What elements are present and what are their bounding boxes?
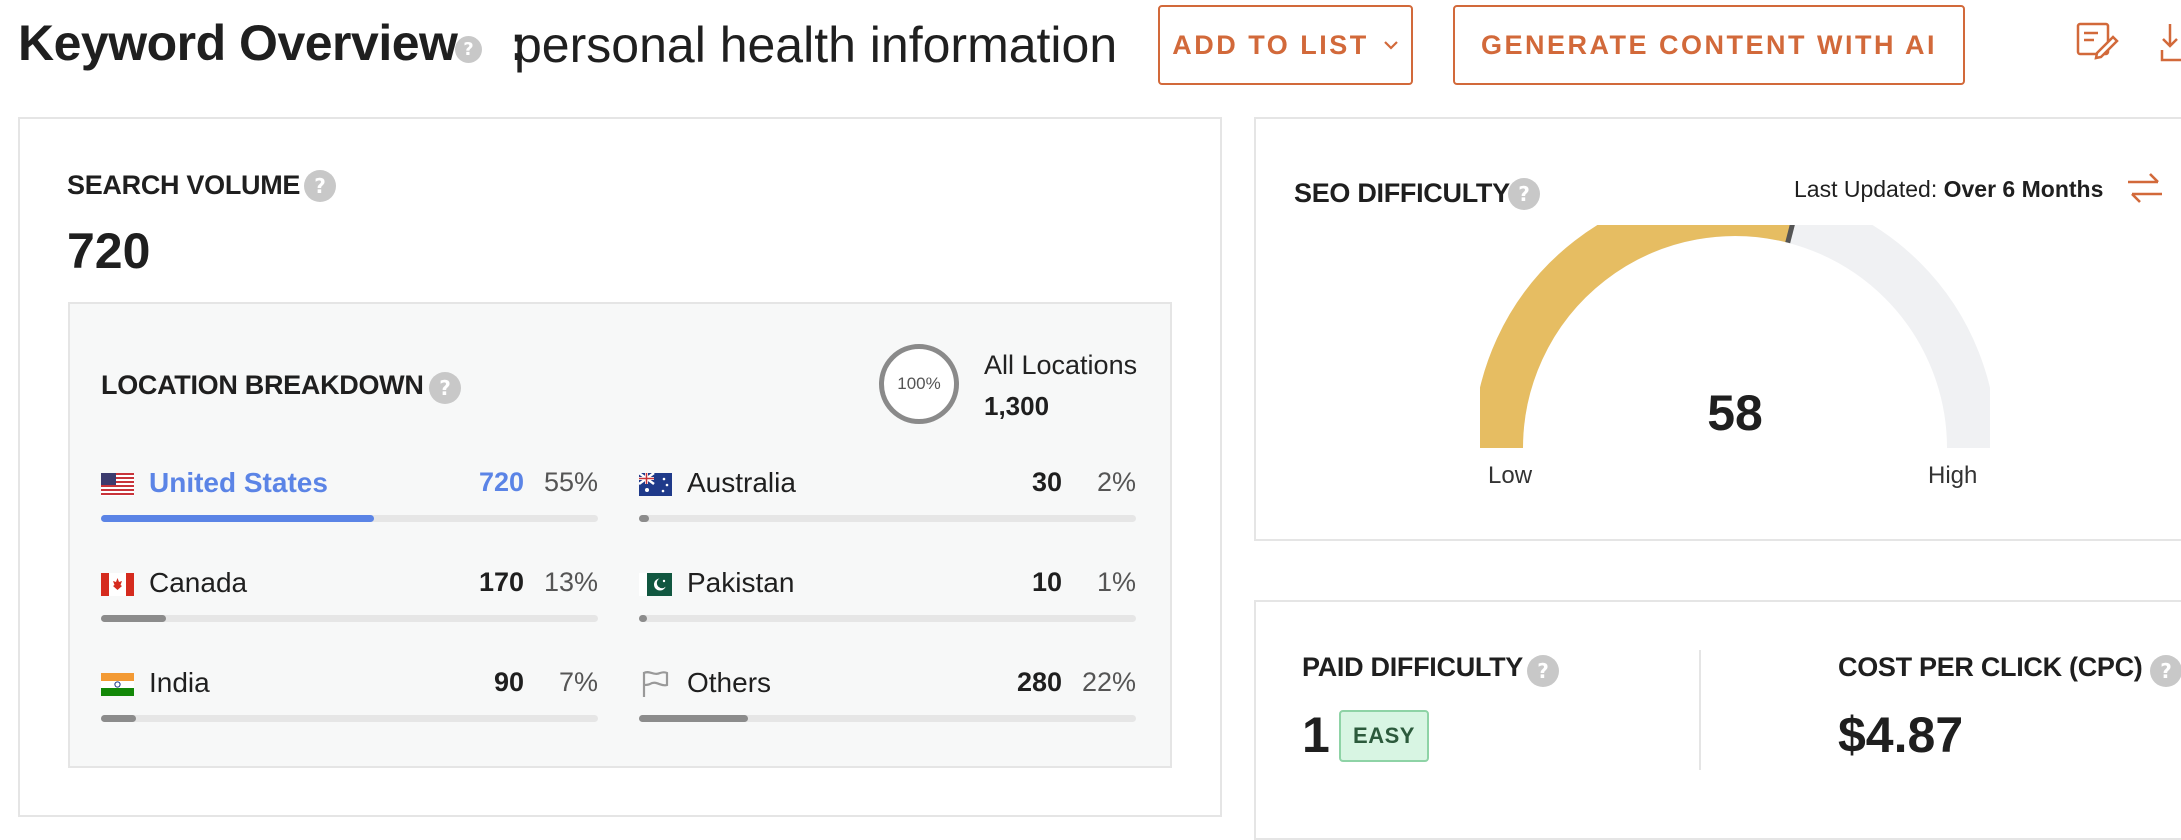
location-name: Canada bbox=[149, 567, 248, 598]
au-flag-icon bbox=[639, 473, 672, 496]
location-name: Australia bbox=[687, 467, 796, 498]
paid-difficulty-value: 1 bbox=[1302, 707, 1330, 763]
generate-content-button[interactable]: GENERATE CONTENT WITH AI bbox=[1453, 5, 1965, 85]
ca-flag-icon bbox=[101, 573, 134, 596]
difficulty-badge-text: EASY bbox=[1353, 723, 1415, 748]
location-row-others[interactable]: Others 280 22% bbox=[639, 667, 1136, 727]
gauge-low-label: Low bbox=[1488, 462, 1533, 489]
us-flag-icon bbox=[101, 473, 134, 496]
others-flag-icon bbox=[642, 671, 669, 697]
cpc-label: COST PER CLICK (CPC) bbox=[1838, 652, 2143, 682]
location-percent: 55% bbox=[543, 467, 598, 497]
add-to-list-label: ADD TO LIST bbox=[1172, 29, 1369, 60]
location-volume: 30 bbox=[1031, 467, 1062, 497]
card-divider bbox=[1699, 650, 1701, 770]
location-volume: 720 bbox=[478, 467, 524, 497]
last-updated-label: Last Updated: bbox=[1794, 176, 1938, 202]
location-percent: 2% bbox=[1096, 467, 1136, 497]
location-share-bar bbox=[639, 715, 1136, 722]
seo-difficulty-help-icon[interactable]: ? bbox=[1508, 178, 1540, 210]
location-row-canada[interactable]: Canada 170 13% bbox=[101, 567, 598, 627]
location-percent: 13% bbox=[543, 567, 598, 597]
location-name: United States bbox=[149, 467, 328, 498]
location-share-bar bbox=[101, 515, 598, 522]
cpc-value: $4.87 bbox=[1838, 707, 1964, 763]
location-row-pakistan[interactable]: Pakistan 10 1% bbox=[639, 567, 1136, 627]
generate-content-label: GENERATE CONTENT WITH AI bbox=[1481, 29, 1937, 60]
location-percent: 22% bbox=[1081, 667, 1136, 697]
all-locations-percent: 100% bbox=[897, 374, 941, 393]
location-share-fill bbox=[639, 515, 649, 522]
export-icon[interactable] bbox=[2160, 20, 2181, 64]
refresh-icon[interactable] bbox=[2124, 168, 2166, 208]
all-locations-label: All Locations bbox=[984, 350, 1138, 380]
last-updated: Last Updated: Over 6 Months bbox=[1794, 176, 2103, 203]
location-share-bar bbox=[101, 615, 598, 622]
seo-difficulty-value: 58 bbox=[1707, 385, 1763, 441]
location-share-fill bbox=[101, 615, 166, 622]
difficulty-badge: EASY bbox=[1339, 710, 1429, 762]
location-percent: 7% bbox=[558, 667, 598, 697]
location-percent: 1% bbox=[1096, 567, 1136, 597]
title-help-icon[interactable]: ? bbox=[455, 36, 482, 63]
location-volume: 280 bbox=[1016, 667, 1062, 697]
location-name: Others bbox=[687, 667, 772, 698]
page-title: Keyword Overview bbox=[18, 15, 458, 71]
gauge-high-label: High bbox=[1928, 462, 1978, 489]
location-name: India bbox=[149, 667, 210, 698]
location-share-fill bbox=[101, 715, 136, 722]
add-to-list-button[interactable]: ADD TO LIST bbox=[1158, 5, 1413, 85]
location-row-australia[interactable]: Australia 30 2% bbox=[639, 467, 1136, 527]
keyword-text: personal health information bbox=[514, 17, 1118, 73]
all-locations-ring: 100% bbox=[879, 344, 959, 424]
paid-difficulty-label: PAID DIFFICULTY bbox=[1302, 652, 1523, 682]
pk-flag-icon bbox=[639, 573, 672, 596]
location-volume: 170 bbox=[478, 567, 524, 597]
seo-difficulty-label: SEO DIFFICULTY bbox=[1294, 178, 1510, 208]
location-share-bar bbox=[101, 715, 598, 722]
location-share-fill bbox=[101, 515, 375, 522]
chevron-down-icon bbox=[1383, 41, 1398, 50]
location-share-bar bbox=[639, 515, 1136, 522]
location-breakdown-label: LOCATION BREAKDOWN bbox=[101, 370, 424, 400]
edit-note-icon[interactable] bbox=[2075, 20, 2119, 64]
location-share-bar bbox=[639, 615, 1136, 622]
search-volume-label: SEARCH VOLUME bbox=[67, 170, 301, 200]
search-volume-help-icon[interactable]: ? bbox=[304, 170, 336, 202]
location-name: Pakistan bbox=[687, 567, 795, 598]
paid-difficulty-help-icon[interactable]: ? bbox=[1527, 655, 1559, 687]
all-locations-value: 1,300 bbox=[984, 391, 1050, 421]
last-updated-value: Over 6 Months bbox=[1943, 176, 2104, 202]
location-volume: 90 bbox=[493, 667, 524, 697]
cpc-help-icon[interactable]: ? bbox=[2150, 655, 2181, 687]
location-share-fill bbox=[639, 715, 749, 722]
location-breakdown-help-icon[interactable]: ? bbox=[429, 372, 461, 404]
in-flag-icon bbox=[101, 673, 134, 696]
location-row-india[interactable]: India 90 7% bbox=[101, 667, 598, 727]
location-row-united-states[interactable]: United States 720 55% bbox=[101, 467, 598, 527]
location-share-fill bbox=[639, 615, 647, 622]
location-volume: 10 bbox=[1031, 567, 1062, 597]
search-volume-value: 720 bbox=[67, 223, 151, 279]
